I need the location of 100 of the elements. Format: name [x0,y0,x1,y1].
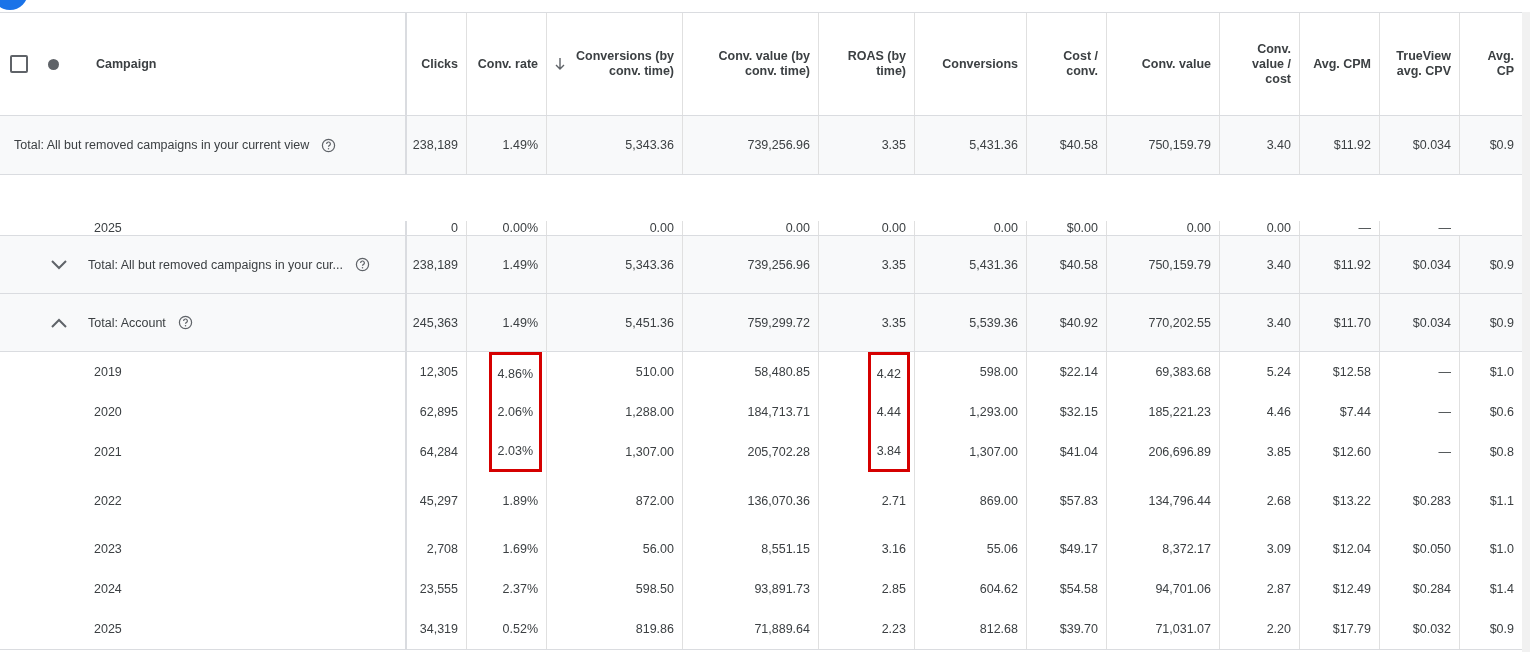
row-label: 2022 [94,493,122,508]
table-cell: 1,307.00 [625,445,674,459]
row-label: 2021 [94,445,122,459]
table-cell: 598.00 [979,365,1018,379]
table-cell: $11.92 [1333,138,1371,152]
table-cell: $0.034 [1412,315,1451,330]
table-cell: 5.24 [1266,365,1291,379]
column-header[interactable]: ROAS (by time) [818,13,914,115]
table-cell: $11.92 [1333,257,1371,272]
table-cell: 2.85 [881,582,906,596]
table-cell: $0.6 [1489,405,1514,419]
table-cell: $1.1 [1489,493,1514,508]
table-cell: 5,539.36 [969,315,1018,330]
table-cell: — [1438,221,1451,235]
table-cell: 8,551.15 [761,542,810,556]
table-cell: 238,189 [412,138,458,152]
table-cell: $0.050 [1412,542,1451,556]
column-header[interactable]: Conv. value / cost [1219,13,1299,115]
table-cell: $12.58 [1332,365,1371,379]
table-cell: $0.284 [1412,582,1451,596]
table-cell: 3.35 [881,257,906,272]
table-cell: 185,221.23 [1148,405,1211,419]
table-cell: 12,305 [419,365,458,379]
table-cell: 5,431.36 [969,257,1018,272]
row-label: Total: Account [88,315,166,330]
table-cell: 1,293.00 [969,405,1018,419]
table-cell: $54.58 [1059,582,1098,596]
row-label: 2019 [94,365,122,379]
table-cell: 0.00 [993,221,1018,235]
table-cell: 1.49% [502,257,538,272]
table-cell: 872.00 [635,493,674,508]
help-icon[interactable] [355,257,370,272]
help-icon[interactable] [321,137,337,153]
row-label: Total: All but removed campaigns in your current view [14,138,310,152]
column-header[interactable]: Conv. value (by conv. time) [682,13,818,115]
table-cell: $22.14 [1059,365,1098,379]
table-cell: $0.034 [1412,257,1451,272]
table-cell: $0.9 [1489,138,1514,152]
table-cell: 0.00 [1266,221,1291,235]
table-cell: 1.49% [502,315,538,330]
column-header[interactable]: Campaign [96,57,157,71]
table-cell: 0.00 [785,221,810,235]
table-cell: 56.00 [642,542,674,556]
column-header[interactable]: Cost / conv. [1026,13,1106,115]
column-header[interactable]: Conv. value [1106,13,1219,115]
table-cell: 3.35 [881,315,906,330]
sort-arrow-icon [555,58,565,70]
table-cell: 739,256.96 [747,138,810,152]
column-header[interactable]: Conv. rate [466,13,546,115]
table-cell: 1.69% [502,542,538,556]
table-cell: 770,202.55 [1148,315,1211,330]
table-cell: $0.9 [1489,257,1514,272]
table-cell: $41.04 [1059,445,1098,459]
chevron-icon[interactable] [50,258,68,271]
table-cell: 1,288.00 [625,405,674,419]
table-cell: 34,319 [419,622,458,636]
table-cell: 2.23 [881,622,906,636]
table-cell: 69,383.68 [1155,365,1211,379]
table-cell: 184,713.71 [747,405,810,419]
table-cell: 245,363 [412,315,458,330]
table-cell: 5,343.36 [625,138,674,152]
table-cell: 45,297 [419,493,458,508]
table-cell: 2.68 [1266,493,1291,508]
table-cell: 812.68 [979,622,1018,636]
select-all-checkbox[interactable] [10,55,28,73]
help-icon[interactable] [177,315,193,330]
table-cell: 604.62 [979,582,1018,596]
table-cell: 2.20 [1266,622,1291,636]
table-cell: 93,891.73 [754,582,810,596]
table-cell: 3.16 [881,542,906,556]
table-cell: 5,343.36 [625,257,674,272]
table-cell: 0.00 [1186,221,1211,235]
table-cell: $11.70 [1333,315,1371,330]
table-cell: $57.83 [1059,493,1098,508]
column-header[interactable]: Conversions [914,13,1026,115]
table-cell: 1,307.00 [969,445,1018,459]
table-cell: 136,070.36 [747,493,810,508]
table-cell: 3.40 [1266,315,1291,330]
table-cell: 750,159.79 [1148,138,1211,152]
table-cell: 0.00 [881,221,906,235]
table-cell: 4.46 [1266,405,1291,419]
table-cell: 869.00 [979,493,1018,508]
table-cell: 206,696.89 [1148,445,1211,459]
table-cell: $49.17 [1059,542,1098,556]
table-cell: $0.9 [1489,315,1514,330]
table-cell: $13.22 [1332,493,1371,508]
table-cell: 0.52% [502,622,538,636]
table-cell: $1.0 [1489,365,1514,379]
table-cell: $40.92 [1059,315,1098,330]
table-cell: 3.35 [881,138,906,152]
table-cell: 0 [451,221,458,235]
table-cell: 64,284 [419,445,458,459]
column-header[interactable]: TrueView avg. CPV [1379,13,1459,115]
chevron-icon[interactable] [50,316,68,329]
column-header[interactable]: Conversions (by conv. time) [546,13,682,115]
table-cell: $0.8 [1489,445,1514,459]
table-cell: 2.37% [502,582,538,596]
table-cell: 62,895 [419,405,458,419]
column-header[interactable]: Avg. CPM [1299,13,1379,115]
table-cell: 8,372.17 [1162,542,1211,556]
